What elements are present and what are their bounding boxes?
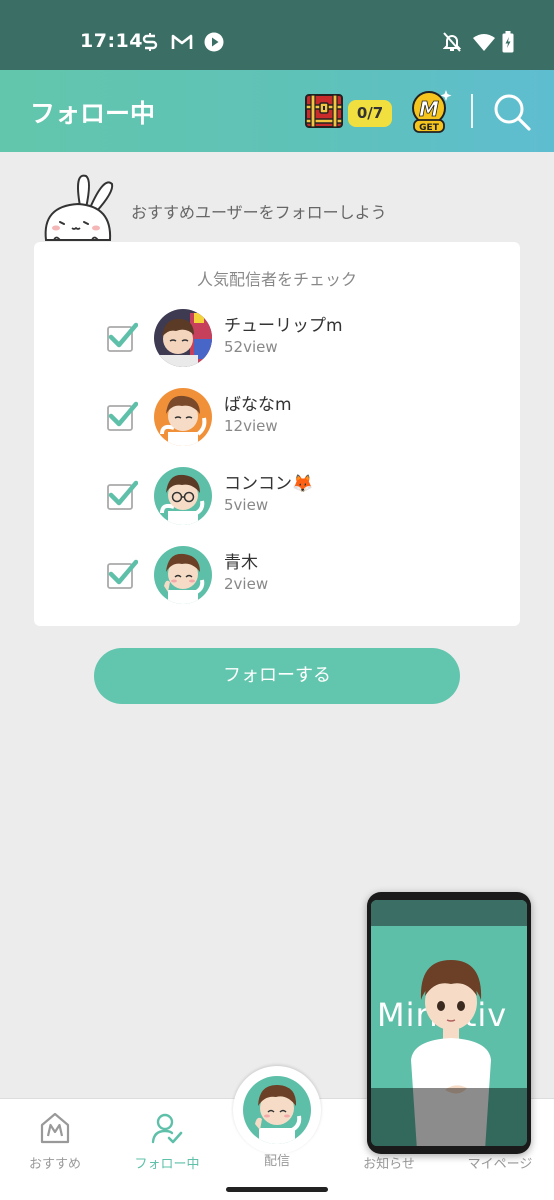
nav-item-following[interactable]: フォロー中: [117, 1111, 217, 1172]
header-divider: [471, 94, 473, 128]
wifi-icon: [472, 30, 496, 54]
live-label: 配信: [263, 1154, 290, 1169]
checkbox-checked-icon[interactable]: [106, 400, 139, 432]
avatar[interactable]: [154, 546, 212, 604]
gmail-icon: [170, 30, 194, 54]
app-s-icon: [140, 30, 160, 54]
home-indicator: [226, 1187, 328, 1192]
status-time: 17:14: [80, 30, 143, 52]
banner-text: おすすめユーザーをフォローしよう: [131, 203, 387, 222]
user-views: 2view: [224, 575, 269, 593]
treasure-counter[interactable]: 0/7: [348, 100, 392, 127]
user-views: 5view: [224, 496, 269, 514]
user-name: ばななm: [224, 395, 292, 415]
status-bar: 17:14: [0, 0, 554, 70]
rabbit-mascot-icon: [40, 170, 116, 246]
checkbox-checked-icon[interactable]: [106, 321, 139, 353]
battery-icon: [500, 30, 516, 54]
nav-label: おすすめ: [28, 1157, 81, 1172]
notifications-off-icon: [442, 30, 462, 54]
app-header: フォロー中 0/7 M GET: [0, 70, 554, 152]
treasure-chest-icon[interactable]: [305, 93, 343, 129]
follow-icon: [151, 1113, 183, 1144]
coin-label: GET: [419, 123, 440, 133]
nav-label: お知らせ: [363, 1157, 415, 1172]
follow-button[interactable]: フォローする: [94, 648, 460, 704]
user-views: 52view: [224, 338, 278, 356]
user-name: コンコン🦊: [224, 474, 314, 494]
page-title: フォロー中: [30, 99, 156, 128]
checkbox-checked-icon[interactable]: [106, 479, 139, 511]
preview-chat-overlay: [371, 1088, 527, 1146]
card-title: 人気配信者をチェック: [196, 270, 357, 289]
coin-get-icon[interactable]: M GET: [410, 88, 452, 134]
floating-stream-preview[interactable]: Mirrativ: [367, 892, 531, 1154]
live-button[interactable]: [233, 1066, 321, 1154]
live-avatar: [243, 1076, 311, 1144]
home-m-icon: [40, 1112, 70, 1144]
user-row[interactable]: チューリップm 52view: [34, 309, 520, 379]
user-row[interactable]: コンコン🦊 5view: [34, 467, 520, 537]
recommend-card: 人気配信者をチェック チューリップm 52view ばななm 12view コン…: [34, 242, 520, 626]
checkbox-checked-icon[interactable]: [106, 558, 139, 590]
play-icon: [203, 30, 225, 54]
avatar[interactable]: [154, 467, 212, 525]
user-row[interactable]: 青木 2view: [34, 546, 520, 616]
avatar[interactable]: [154, 309, 212, 367]
user-row[interactable]: ばななm 12view: [34, 388, 520, 458]
preview-screen: Mirrativ: [371, 900, 527, 1146]
nav-label: フォロー中: [134, 1157, 200, 1172]
search-icon[interactable]: [492, 92, 532, 132]
nav-label: マイページ: [467, 1157, 533, 1172]
user-name: 青木: [224, 553, 258, 573]
user-views: 12view: [224, 417, 278, 435]
preview-topbar: [371, 900, 527, 926]
user-name: チューリップm: [224, 316, 343, 336]
coin-letter: M: [419, 97, 439, 121]
avatar[interactable]: [154, 388, 212, 446]
nav-item-recommend[interactable]: おすすめ: [5, 1111, 105, 1172]
